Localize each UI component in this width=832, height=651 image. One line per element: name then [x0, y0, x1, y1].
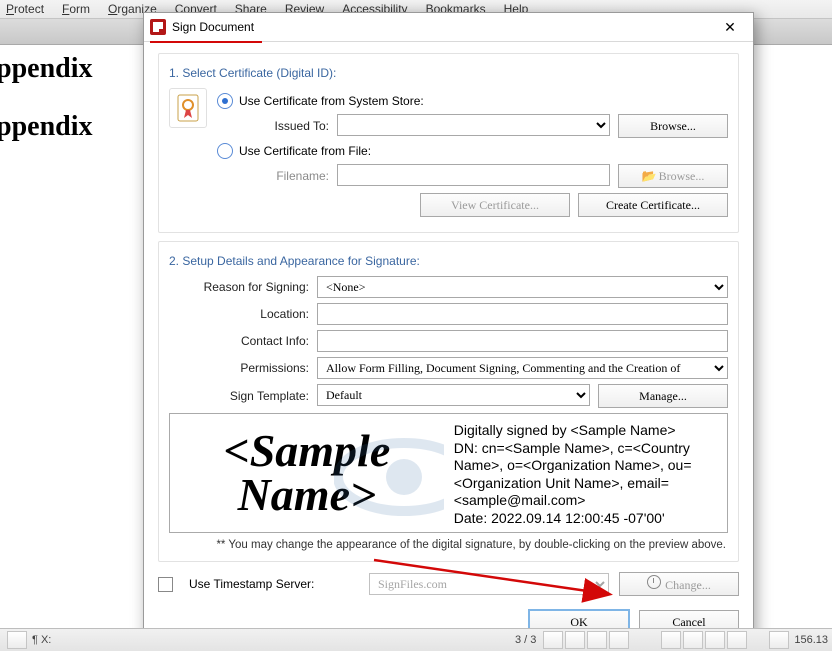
reason-select[interactable]: <None>: [317, 276, 728, 298]
signature-preview[interactable]: <Sample Name> Digitally signed by <Sampl…: [169, 413, 728, 533]
dialog-titlebar[interactable]: Sign Document ✕: [144, 13, 753, 42]
sign-document-dialog: Sign Document ✕ 1. Select Certificate (D…: [143, 12, 754, 647]
document-background: ppendix ppendix: [0, 45, 120, 169]
use-timestamp-checkbox[interactable]: [158, 577, 173, 592]
view-continuous-icon[interactable]: [661, 631, 681, 649]
nav-last-icon[interactable]: [609, 631, 629, 649]
timestamp-row: Use Timestamp Server: SignFiles.com Chan…: [158, 572, 739, 596]
status-xy: ¶ X:: [32, 634, 51, 646]
preview-note: ** You may change the appearance of the …: [169, 539, 726, 551]
nav-next-icon[interactable]: [587, 631, 607, 649]
filename-label: Filename:: [217, 169, 337, 183]
close-button[interactable]: ✕: [713, 16, 747, 38]
contact-input[interactable]: [317, 330, 728, 352]
app-icon: [150, 19, 166, 35]
menu-form[interactable]: Form: [62, 2, 90, 16]
doc-heading-1: ppendix: [0, 53, 120, 85]
permissions-label: Permissions:: [169, 361, 317, 375]
location-label: Location:: [169, 307, 317, 321]
signature-preview-details: Digitally signed by <Sample Name> DN: cn…: [444, 414, 727, 532]
radio-system-store-label: Use Certificate from System Store:: [239, 94, 424, 108]
change-server-button: Change...: [619, 572, 739, 596]
view-single-icon[interactable]: [683, 631, 703, 649]
use-timestamp-label: Use Timestamp Server:: [189, 577, 359, 591]
nav-first-icon[interactable]: [543, 631, 563, 649]
timestamp-server-select: SignFiles.com: [369, 573, 609, 595]
clock-icon: [647, 575, 661, 589]
section2-heading: 2. Setup Details and Appearance for Sign…: [169, 254, 728, 268]
page-indicator[interactable]: 3 / 3: [515, 634, 536, 646]
menu-protect[interactable]: Protect: [6, 2, 44, 16]
certificate-icon: [169, 88, 207, 128]
view-facing-icon[interactable]: [705, 631, 725, 649]
folder-icon: 📂: [642, 169, 656, 183]
browse-store-button[interactable]: Browse...: [618, 114, 728, 138]
issued-to-select[interactable]: [337, 114, 610, 136]
manage-templates-button[interactable]: Manage...: [598, 384, 728, 408]
create-certificate-button[interactable]: Create Certificate...: [578, 193, 728, 217]
doc-heading-2: ppendix: [0, 111, 120, 143]
signature-preview-name: <Sample Name>: [170, 414, 444, 532]
radio-system-store[interactable]: [217, 93, 233, 109]
issued-to-label: Issued To:: [217, 119, 337, 133]
browse-file-button: 📂 Browse...: [618, 164, 728, 188]
status-bar: ¶ X: 3 / 3 156.13: [0, 628, 832, 651]
contact-label: Contact Info:: [169, 334, 317, 348]
template-select[interactable]: Default: [317, 384, 590, 406]
view-certificate-button: View Certificate...: [420, 193, 570, 217]
radio-from-file-label: Use Certificate from File:: [239, 144, 371, 158]
view-cover-icon[interactable]: [727, 631, 747, 649]
radio-from-file[interactable]: [217, 143, 233, 159]
filename-input: [337, 164, 610, 186]
zoom-out-icon[interactable]: [769, 631, 789, 649]
watermark-eye-icon: [334, 432, 444, 522]
dialog-title: Sign Document: [172, 20, 713, 34]
section1-heading: 1. Select Certificate (Digital ID):: [169, 66, 728, 80]
location-input[interactable]: [317, 303, 728, 325]
permissions-select[interactable]: Allow Form Filling, Document Signing, Co…: [317, 357, 728, 379]
reason-label: Reason for Signing:: [169, 280, 317, 294]
nav-prev-icon[interactable]: [565, 631, 585, 649]
details-group: 2. Setup Details and Appearance for Sign…: [158, 241, 739, 562]
template-label: Sign Template:: [169, 389, 317, 403]
zoom-value[interactable]: 156.13: [794, 634, 828, 646]
certificate-group: 1. Select Certificate (Digital ID): Use …: [158, 53, 739, 233]
status-icon[interactable]: [7, 631, 27, 649]
